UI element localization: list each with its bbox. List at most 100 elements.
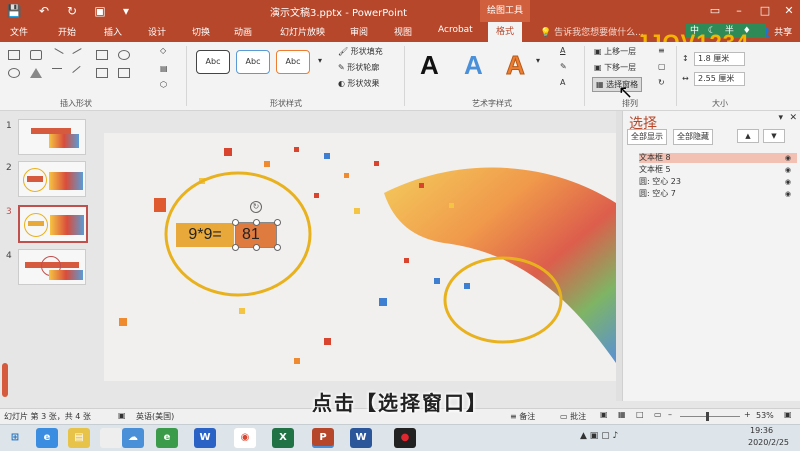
- start-button-icon[interactable]: ⊞: [4, 428, 26, 448]
- language-indicator[interactable]: 英语(美国): [136, 411, 174, 422]
- shape-oval-icon[interactable]: [118, 50, 130, 60]
- slideshow-view-icon[interactable]: ▭: [654, 410, 662, 419]
- zoom-slider[interactable]: [680, 416, 740, 417]
- bring-forward-button[interactable]: ▣ 上移一层: [594, 46, 636, 57]
- tab-slideshow[interactable]: 幻灯片放映: [280, 25, 325, 38]
- move-down-button[interactable]: ▼: [763, 129, 785, 143]
- shape-fill-button[interactable]: 🖌 形状填充: [338, 46, 383, 57]
- tray-icons[interactable]: ▲ ▣ ▢ ♪: [580, 431, 618, 441]
- group-icon[interactable]: ▢: [658, 62, 666, 71]
- eye-icon[interactable]: ◉: [785, 189, 791, 199]
- shape-style-2[interactable]: Abc: [236, 50, 270, 74]
- tell-me-search[interactable]: 💡 告诉我您想要做什么...: [540, 25, 644, 38]
- 360-browser-icon[interactable]: e: [156, 428, 178, 448]
- slide-thumbnail-4[interactable]: [18, 249, 86, 285]
- tab-animations[interactable]: 动画: [234, 25, 252, 38]
- word-icon[interactable]: W: [350, 428, 372, 448]
- ribbon-display-icon[interactable]: ▭: [706, 2, 724, 20]
- close-icon[interactable]: ✕: [780, 2, 798, 20]
- excel-icon[interactable]: X: [272, 428, 294, 448]
- send-backward-button[interactable]: ▣ 下移一层: [594, 62, 636, 73]
- wordart-style-black[interactable]: A: [420, 50, 439, 81]
- shape-triangle-icon[interactable]: [30, 68, 42, 78]
- chrome-icon[interactable]: ◉: [234, 428, 256, 448]
- selection-item[interactable]: 圆: 空心 7 ◉: [639, 189, 797, 199]
- minimize-icon[interactable]: –: [730, 2, 748, 20]
- screen-recorder-icon[interactable]: ●: [394, 428, 416, 448]
- rotate-handle-icon[interactable]: ↻: [250, 201, 262, 213]
- text-outline-icon[interactable]: ✎: [560, 62, 567, 71]
- maximize-icon[interactable]: □: [756, 2, 774, 20]
- baidu-netdisk-icon[interactable]: ☁: [122, 428, 144, 448]
- selection-item[interactable]: 文本框 5 ◉: [639, 165, 797, 175]
- ie-browser-icon[interactable]: e: [36, 428, 58, 448]
- selection-item[interactable]: 文本框 8 ◉: [639, 153, 797, 163]
- shape-circle-icon[interactable]: [8, 68, 20, 78]
- spellcheck-icon[interactable]: ▣: [118, 411, 126, 420]
- eye-icon[interactable]: ◉: [785, 165, 791, 175]
- eye-icon[interactable]: ◉: [785, 153, 791, 163]
- tab-home[interactable]: 开始: [58, 25, 76, 38]
- tab-view[interactable]: 视图: [394, 25, 412, 38]
- normal-view-icon[interactable]: ▣: [600, 410, 608, 419]
- tab-file[interactable]: 文件: [10, 25, 28, 38]
- quick-access-dropdown-icon[interactable]: ▾: [118, 3, 134, 19]
- shape-outline-button[interactable]: ✎ 形状轮廓: [338, 62, 379, 73]
- merge-shapes-icon[interactable]: ⬡: [160, 80, 167, 89]
- tab-transitions[interactable]: 切换: [192, 25, 210, 38]
- fit-slide-icon[interactable]: ▣: [784, 410, 792, 419]
- height-input[interactable]: 1.8 厘米: [694, 52, 745, 66]
- move-up-button[interactable]: ▲: [737, 129, 759, 143]
- zoom-in-icon[interactable]: +: [744, 410, 751, 419]
- hollow-circle-right[interactable]: [443, 256, 563, 344]
- hide-all-button[interactable]: 全部隐藏: [673, 129, 713, 145]
- tab-design[interactable]: 设计: [148, 25, 166, 38]
- resize-handle[interactable]: [253, 244, 260, 251]
- shape-style-1[interactable]: Abc: [196, 50, 230, 74]
- slide-canvas[interactable]: 9*9= 81 ↻: [104, 133, 616, 381]
- zoom-slider-thumb[interactable]: [706, 412, 709, 421]
- comments-button[interactable]: ▭ 批注: [560, 411, 586, 422]
- pane-options-icon[interactable]: ▾: [778, 113, 783, 123]
- save-icon[interactable]: 💾: [6, 3, 22, 19]
- style-gallery-more-icon[interactable]: ▾: [318, 56, 322, 65]
- show-all-button[interactable]: 全部显示: [627, 129, 667, 145]
- resize-handle[interactable]: [274, 244, 281, 251]
- wordart-style-blue[interactable]: A: [464, 50, 483, 81]
- redo-icon[interactable]: ↻: [64, 3, 80, 19]
- slide-thumbnail-1[interactable]: [18, 119, 86, 155]
- tab-acrobat[interactable]: Acrobat: [438, 25, 473, 35]
- reading-view-icon[interactable]: □: [636, 410, 644, 419]
- powerpoint-icon[interactable]: P: [312, 428, 334, 448]
- blank-app-icon[interactable]: [100, 428, 122, 448]
- tab-review[interactable]: 审阅: [350, 25, 368, 38]
- resize-handle[interactable]: [232, 244, 239, 251]
- equation-textbox[interactable]: 9*9=: [176, 223, 234, 247]
- textbox-icon[interactable]: ▤: [160, 64, 168, 73]
- shape-diagonal-icon[interactable]: [72, 65, 86, 80]
- shape-style-3[interactable]: Abc: [276, 50, 310, 74]
- shape-more-icon[interactable]: [118, 68, 130, 78]
- selection-item[interactable]: 圆: 空心 23 ◉: [639, 177, 797, 187]
- undo-icon[interactable]: ↶: [36, 3, 52, 19]
- shape-effects-button[interactable]: ◐ 形状效果: [338, 78, 380, 89]
- tab-insert[interactable]: 插入: [104, 25, 122, 38]
- resize-handle[interactable]: [274, 219, 281, 226]
- shape-square-icon[interactable]: [96, 50, 108, 60]
- shape-line-icon[interactable]: [50, 48, 64, 61]
- clock-time[interactable]: 19:36: [750, 426, 773, 435]
- align-icon[interactable]: ≡: [658, 46, 665, 55]
- zoom-level[interactable]: 53%: [756, 411, 774, 420]
- slideshow-icon[interactable]: ▣: [92, 3, 108, 19]
- shape-rect2-icon[interactable]: [96, 68, 108, 78]
- clock-date[interactable]: 2020/2/25: [748, 438, 789, 447]
- wordart-gallery-more-icon[interactable]: ▾: [536, 56, 540, 65]
- text-fill-icon[interactable]: A: [560, 46, 565, 55]
- rotate-icon[interactable]: ↻: [658, 78, 665, 87]
- resize-handle[interactable]: [253, 219, 260, 226]
- slide-thumbnail-2[interactable]: [18, 161, 86, 197]
- shape-arrow-icon[interactable]: [72, 48, 86, 61]
- wps-icon[interactable]: W: [194, 428, 216, 448]
- file-explorer-icon[interactable]: ▤: [68, 428, 90, 448]
- eye-icon[interactable]: ◉: [785, 177, 791, 187]
